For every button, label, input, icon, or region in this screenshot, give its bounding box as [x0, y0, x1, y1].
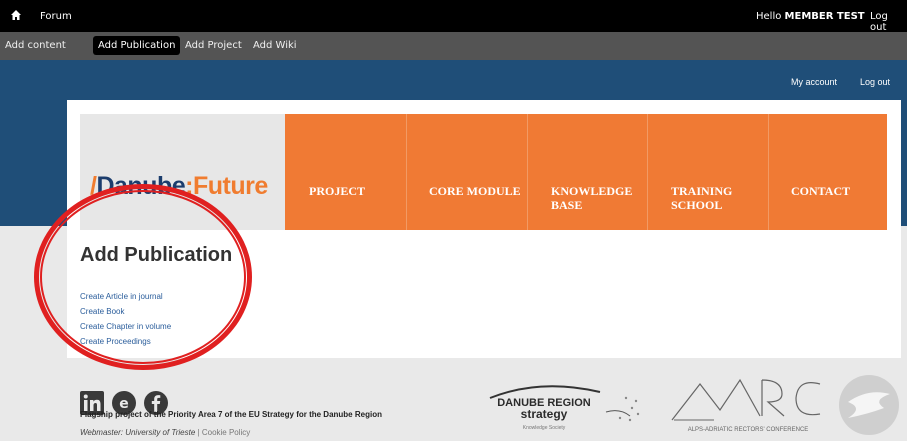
home-icon[interactable] — [11, 10, 21, 20]
nav-training-school[interactable]: TRAINING SCHOOL — [647, 114, 768, 230]
danube-logo-line2: strategy — [521, 407, 568, 421]
main-nav: PROJECT CORE MODULE KNOWLEDGE BASE TRAIN… — [285, 114, 887, 230]
nav-project-label: PROJECT — [309, 184, 366, 198]
nav-knowledge-base[interactable]: KNOWLEDGE BASE — [527, 114, 647, 230]
my-account-link[interactable]: My account — [791, 77, 837, 87]
admin-toolbar: Forum Hello MEMBER TEST Log out — [0, 0, 907, 33]
greeting: Hello MEMBER TEST — [756, 11, 865, 22]
nav-knowledge-base-label-2: BASE — [551, 198, 583, 212]
danube-logo-line3: Knowledge Society — [523, 425, 566, 431]
header-logout-link[interactable]: Log out — [860, 77, 890, 87]
nav-knowledge-base-label-1: KNOWLEDGE — [551, 184, 633, 198]
shortcut-add-wiki[interactable]: Add Wiki — [253, 40, 297, 51]
nav-core-module-label: CORE MODULE — [429, 184, 521, 198]
nav-project[interactable]: PROJECT — [285, 114, 406, 230]
webmaster-text: Webmaster: University of Trieste — [80, 428, 196, 437]
greeting-text: Hello — [756, 11, 782, 22]
forum-link[interactable]: Forum — [40, 11, 72, 22]
shortcut-add-content[interactable]: Add content — [5, 40, 66, 51]
flagship-text: Flagship project of the Priority Area 7 … — [80, 410, 382, 419]
logo-name-b: Future — [192, 172, 268, 200]
danube-region-logo[interactable]: DANUBE REGION strategy Knowledge Society — [480, 376, 650, 436]
nav-training-school-label-1: TRAINING — [671, 184, 733, 198]
university-seal-logo[interactable] — [838, 374, 900, 436]
nav-contact-label: CONTACT — [791, 184, 851, 198]
shortcut-add-publication[interactable]: Add Publication — [93, 36, 181, 55]
cookie-policy-link[interactable]: Cookie Policy — [202, 428, 250, 437]
username[interactable]: MEMBER TEST — [785, 11, 865, 22]
shortcut-bar: Add content Add Publication Add Project … — [0, 32, 907, 60]
annotation-circle-inner — [40, 190, 246, 364]
nav-core-module[interactable]: CORE MODULE — [406, 114, 527, 230]
shortcut-add-project[interactable]: Add Project — [185, 40, 242, 51]
alps-adriatic-logo[interactable]: ALPS-ADRIATIC RECTORS' CONFERENCE — [670, 370, 830, 436]
nav-training-school-label-2: SCHOOL — [671, 198, 723, 212]
footer-separator: | — [197, 428, 200, 437]
arc-logo-text: ALPS-ADRIATIC RECTORS' CONFERENCE — [688, 427, 809, 433]
toolbar-logout-link[interactable]: Log out — [870, 11, 907, 33]
webmaster-line: Webmaster: University of Trieste | Cooki… — [80, 428, 250, 437]
nav-contact[interactable]: CONTACT — [768, 114, 887, 230]
